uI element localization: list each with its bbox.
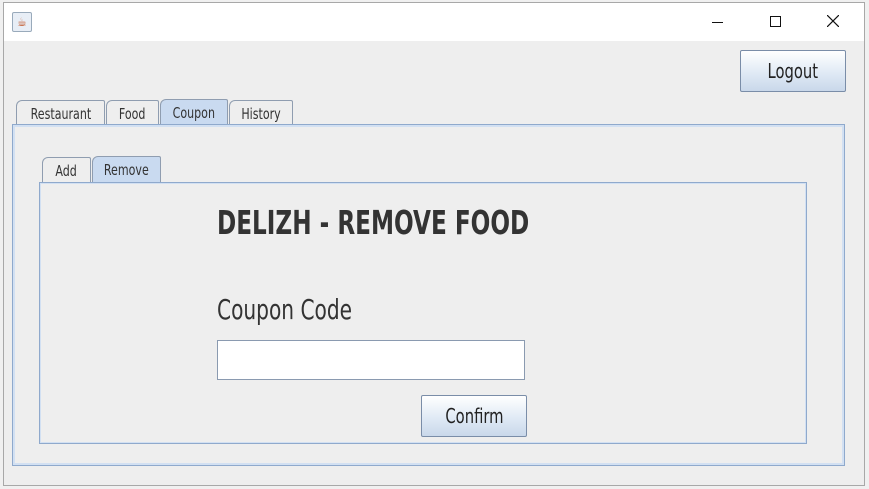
maximize-icon — [769, 15, 781, 27]
coupon-code-label: Coupon Code — [217, 293, 353, 326]
subtab-remove[interactable]: Remove — [92, 156, 161, 183]
minimize-icon — [711, 21, 723, 23]
logout-button[interactable]: Logout — [740, 50, 846, 92]
tab-coupon[interactable]: Coupon — [160, 99, 228, 126]
subtab-add[interactable]: Add — [42, 157, 91, 183]
page-title: DELIZH - REMOVE FOOD — [217, 203, 530, 242]
subtab-add-label: Add — [55, 161, 78, 180]
tab-history[interactable]: History — [229, 100, 293, 126]
maximize-button[interactable] — [752, 3, 798, 39]
confirm-label: Confirm — [444, 404, 504, 428]
title-bar: ☕ — [4, 3, 864, 41]
tab-history-label: History — [241, 104, 281, 123]
tab-food[interactable]: Food — [106, 100, 159, 126]
tab-food-label: Food — [119, 104, 146, 123]
subtab-remove-label: Remove — [104, 161, 149, 179]
tab-restaurant-label: Restaurant — [30, 104, 91, 123]
confirm-button[interactable]: Confirm — [421, 395, 527, 437]
tab-coupon-label: Coupon — [172, 104, 216, 122]
tab-restaurant[interactable]: Restaurant — [16, 100, 105, 126]
close-button[interactable] — [810, 3, 856, 39]
coupon-code-input[interactable] — [217, 340, 525, 380]
java-cup-icon: ☕ — [12, 12, 32, 32]
logout-label: Logout — [767, 59, 819, 83]
minimize-button[interactable] — [694, 3, 740, 39]
close-icon — [827, 15, 839, 27]
